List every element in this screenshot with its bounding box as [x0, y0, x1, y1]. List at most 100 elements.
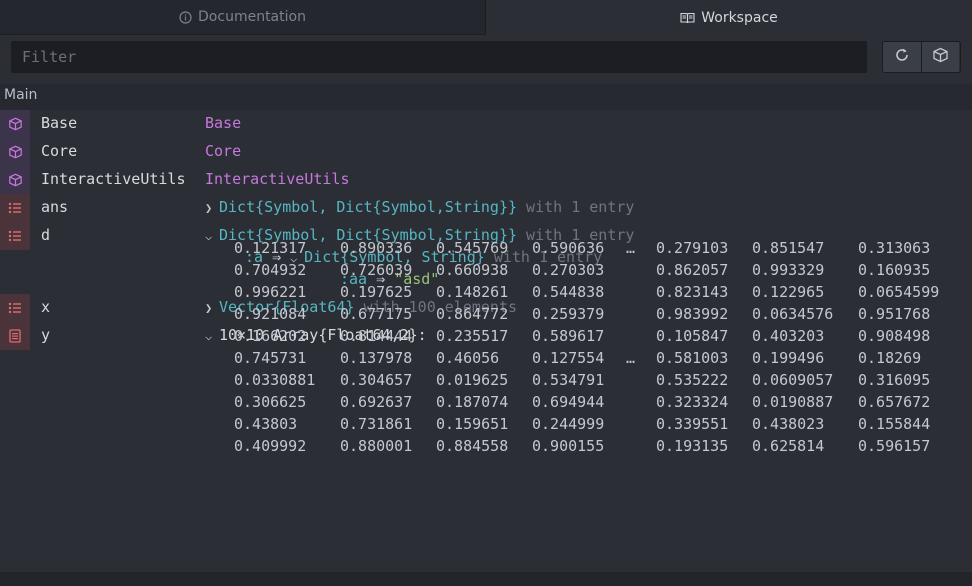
list-item[interactable]: d ⌵ Dict{Symbol, Dict{Symbol,String}} wit… — [0, 222, 972, 292]
matrix-cell: 0.244999 — [532, 415, 605, 433]
matrix-cell: 0.148261 — [436, 283, 509, 301]
matrix-cell: 0.590636 — [532, 239, 605, 257]
module-button[interactable] — [921, 42, 959, 72]
matrix-cell: 0.270303 — [532, 261, 605, 279]
matrix-cell: 0.545769 — [436, 239, 509, 257]
tab-documentation[interactable]: Documentation — [0, 0, 486, 35]
matrix-cell: 0.692637 — [340, 393, 413, 411]
matrix-cell: 0.581003 — [656, 349, 729, 367]
matrix-cell: 0.908498 — [858, 327, 931, 345]
list-icon — [0, 222, 30, 250]
matrix-cell: 0.535222 — [656, 371, 729, 389]
variable-value[interactable]: InteractiveUtils — [205, 170, 350, 188]
info-icon — [179, 10, 192, 24]
matrix-cell: 0.259379 — [532, 305, 605, 323]
matrix-cell: 0.0190887 — [752, 393, 834, 411]
tab-workspace-label: Workspace — [701, 9, 778, 26]
matrix-cell: 0.43803 — [234, 415, 298, 433]
matrix-cell: 0.596157 — [858, 437, 931, 455]
matrix-cell: 0.890336 — [340, 239, 413, 257]
matrix-cell: 0.403203 — [752, 327, 825, 345]
list-icon — [0, 194, 30, 222]
chevron-down-icon[interactable]: ⌵ — [205, 329, 219, 343]
chevron-right-icon[interactable]: ❯ — [205, 201, 219, 215]
matrix-cell: 0.993329 — [752, 261, 825, 279]
variable-value[interactable]: ❯ Dict{Symbol, Dict{Symbol,String}} with … — [205, 198, 634, 216]
matrix-cell: 0.199496 — [752, 349, 825, 367]
matrix-cell: 0.121317 — [234, 239, 307, 257]
variable-value[interactable]: Core — [205, 142, 241, 160]
tab-workspace[interactable]: Workspace — [486, 0, 972, 35]
module-icon — [0, 110, 30, 138]
matrix-cell: 0.279103 — [656, 239, 729, 257]
variable-name: Core — [41, 142, 78, 160]
matrix-cell: 0.304657 — [340, 371, 413, 389]
chevron-down-icon[interactable]: ⌵ — [205, 229, 219, 243]
matrix-cell: 0.534791 — [532, 371, 605, 389]
module-icon — [0, 138, 30, 166]
workspace-button-group — [882, 41, 961, 73]
matrix-cell: 0.589617 — [532, 327, 605, 345]
matrix-cell: 0.880001 — [340, 437, 413, 455]
list-item[interactable]: Core Core — [0, 138, 972, 166]
matrix-cell: 0.694944 — [532, 393, 605, 411]
module-header: Main — [0, 84, 972, 110]
variable-name: x — [41, 298, 51, 316]
matrix-cell: 0.745731 — [234, 349, 307, 367]
matrix-cell: 0.884558 — [436, 437, 509, 455]
matrix-cell: 0.823143 — [656, 283, 729, 301]
matrix-cell: 0.313063 — [858, 239, 931, 257]
matrix-cell: 0.0634576 — [752, 305, 834, 323]
matrix-cell: 0.996221 — [234, 283, 307, 301]
scrollbar-track[interactable] — [0, 572, 972, 586]
tab-documentation-label: Documentation — [198, 9, 306, 25]
matrix-cell: 0.726039 — [340, 261, 413, 279]
matrix-cell: 0.105847 — [656, 327, 729, 345]
variable-value[interactable]: Base — [205, 114, 241, 132]
variable-name: InteractiveUtils — [41, 170, 186, 188]
tab-bar: Documentation Workspace — [0, 0, 972, 35]
list-icon — [0, 294, 30, 322]
matrix-cell: 0.160935 — [858, 261, 931, 279]
module-icon — [0, 166, 30, 194]
array-icon — [0, 322, 30, 350]
matrix-cell: 0.921084 — [234, 305, 307, 323]
matrix-cell: 0.46056 — [436, 349, 500, 367]
list-item[interactable]: Base Base — [0, 110, 972, 138]
matrix-cell: 0.814444 — [340, 327, 413, 345]
matrix-cell: 0.731861 — [340, 415, 413, 433]
matrix-cell: 0.704932 — [234, 261, 307, 279]
matrix-cell: 0.0654599 — [858, 283, 940, 301]
variable-name: y — [41, 326, 51, 344]
matrix-cell: 0.127554 — [532, 349, 605, 367]
matrix-cell: 0.323324 — [656, 393, 729, 411]
variable-name: ans — [41, 198, 69, 216]
type-suffix: with 1 entry — [526, 198, 635, 216]
chevron-right-icon[interactable]: ❯ — [205, 301, 219, 315]
list-item[interactable]: InteractiveUtils InteractiveUtils — [0, 166, 972, 194]
matrix-cell: 0.862057 — [656, 261, 729, 279]
variable-name: d — [41, 226, 51, 244]
matrix-cell: 0.187074 — [436, 393, 509, 411]
matrix-cell: 0.122965 — [752, 283, 825, 301]
matrix-cell: 0.18269 — [858, 349, 922, 367]
matrix-cell: 0.193135 — [656, 437, 729, 455]
matrix-cell: 0.159651 — [436, 415, 509, 433]
matrix-cell: 0.864772 — [436, 305, 509, 323]
ellipsis: … — [626, 239, 636, 257]
list-item[interactable]: ans ❯ Dict{Symbol, Dict{Symbol,String}} w… — [0, 194, 972, 222]
matrix-cell: 0.0609057 — [752, 371, 834, 389]
matrix-cell: 0.544838 — [532, 283, 605, 301]
matrix-cell: 0.409992 — [234, 437, 307, 455]
filter-bar — [0, 35, 972, 77]
matrix-cell: 0.657672 — [858, 393, 931, 411]
filter-input[interactable] — [11, 41, 867, 73]
type-label: Dict{Symbol, Dict{Symbol,String}} — [219, 198, 518, 216]
matrix-cell: 0.306625 — [234, 393, 307, 411]
matrix-cell: 0.197625 — [340, 283, 413, 301]
refresh-button[interactable] — [883, 42, 921, 72]
matrix-cell: 0.625814 — [752, 437, 825, 455]
matrix-cell: 0.166202 — [234, 327, 307, 345]
matrix-cell: 0.0330881 — [234, 371, 316, 389]
matrix-cell: 0.155844 — [858, 415, 931, 433]
